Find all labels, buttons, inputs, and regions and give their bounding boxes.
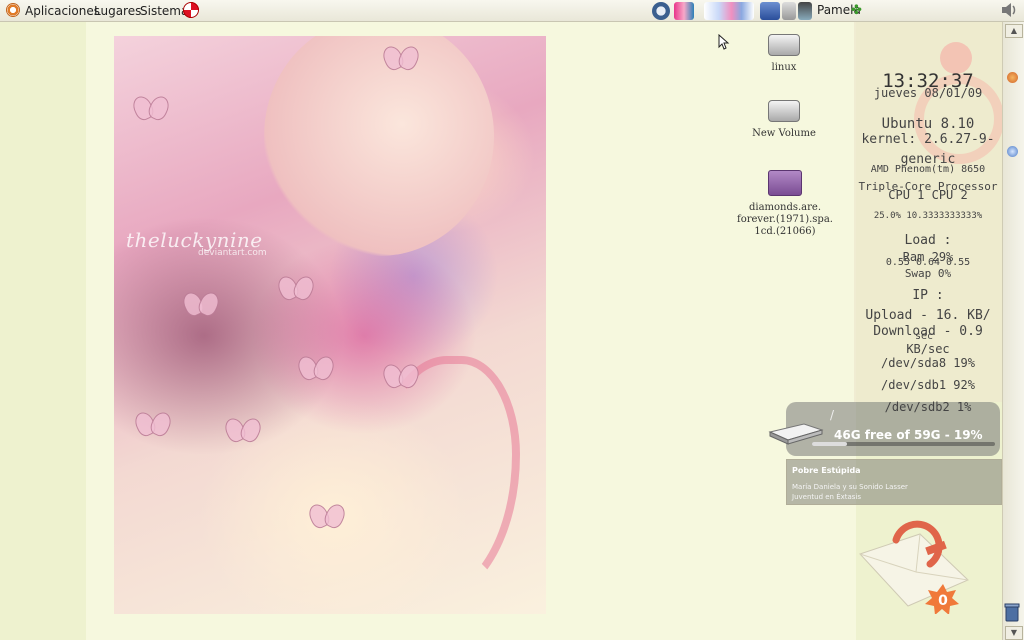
desktop-icon-label: New Volume	[752, 128, 816, 139]
mail-checker-widget[interactable]: 0	[856, 514, 976, 615]
scroll-down-button[interactable]: ▼	[1005, 626, 1023, 640]
trash-icon[interactable]	[1004, 602, 1020, 622]
volume-icon[interactable]	[1000, 2, 1018, 18]
desktop-icon-linux[interactable]: linux	[752, 34, 816, 74]
app-launcher-icon[interactable]	[704, 2, 754, 20]
conky-system-monitor: 13:32:37 jueves 08/01/09 Ubuntu 8.10 ker…	[854, 22, 1004, 402]
conky-kernel: kernel: 2.6.27-9-	[861, 132, 995, 147]
desktop-icon-movie-folder[interactable]: diamonds.are. forever.(1971).spa. 1cd.(2…	[737, 170, 833, 238]
top-panel: Aplicaciones Lugares Sistema Pamela ✤	[0, 0, 1024, 22]
menu-aplicaciones[interactable]: Aplicaciones	[25, 3, 100, 19]
desktop-icon-label: linux	[771, 62, 797, 73]
web-globe-icon[interactable]	[1007, 146, 1018, 157]
desktop-icon-new-volume[interactable]: New Volume	[746, 100, 822, 140]
song-artist: María Daniela y su Sonido Lasser	[792, 483, 908, 491]
firefox-icon[interactable]	[1007, 72, 1018, 83]
conky-cpu-values: 25.0% 10.3333333333%	[873, 211, 983, 221]
browser-launcher-icon[interactable]	[652, 2, 670, 20]
conky-cpu-model: AMD Phenom(tm) 8650	[870, 164, 986, 175]
conky-load-label: Load :	[904, 233, 952, 248]
conky-upload-unit: sec	[914, 331, 934, 342]
printer-icon[interactable]	[782, 2, 796, 20]
wallpaper-image: theluckynine deviantart.com	[114, 36, 546, 614]
butterfly	[279, 276, 313, 302]
monitor-launcher-icon[interactable]	[760, 2, 780, 20]
conky-download-unit: KB/sec	[906, 342, 950, 356]
conky-ip: IP :	[912, 288, 944, 303]
usb-usage-bar	[812, 442, 995, 446]
drive-icon	[768, 100, 800, 122]
conky-os: Ubuntu 8.10	[881, 116, 975, 132]
wallpaper-ribbon	[374, 356, 520, 602]
folder-icon	[768, 170, 802, 196]
conky-cpu-labels: CPU 1 CPU 2	[888, 188, 968, 202]
butterfly	[384, 46, 418, 72]
usb-mount-path: /	[830, 408, 835, 422]
song-album: Juventud en Éxtasis	[792, 493, 862, 501]
music-notification[interactable]: Pobre Estúpida María Daniela y su Sonido…	[786, 459, 1002, 505]
song-title: Pobre Estúpida	[792, 466, 861, 475]
clover-icon[interactable]: ✤	[851, 3, 862, 18]
desktop-icon-label-line: diamonds.are.	[748, 202, 822, 213]
butterfly	[134, 96, 168, 122]
conky-date: jueves 08/01/09	[873, 86, 983, 100]
network-icon[interactable]	[798, 2, 812, 20]
wallpaper-watermark-site: deviantart.com	[198, 248, 267, 258]
scroll-up-button[interactable]: ▲	[1005, 24, 1023, 38]
usb-free-space: 46G free of 59G - 19%	[834, 428, 983, 442]
butterfly	[299, 356, 333, 382]
vertical-scrollbar[interactable]: ▲ ▼	[1002, 22, 1024, 640]
drive-icon	[768, 34, 800, 56]
desktop-icon-label-line: 1cd.(21066)	[754, 226, 816, 237]
butterfly	[226, 418, 260, 444]
wallpaper-face	[264, 36, 494, 256]
music-launcher-icon[interactable]	[674, 2, 694, 20]
mouse-cursor-icon	[718, 34, 730, 50]
usb-usage-fill	[812, 442, 847, 446]
menu-lugares[interactable]: Lugares	[94, 3, 141, 19]
conky-disk-sda8: /dev/sda8 19%	[881, 356, 975, 370]
conky-upload: Upload - 16. KB/	[865, 308, 991, 323]
butterfly	[310, 504, 344, 530]
conky-disk-sdb1: /dev/sdb1 92%	[881, 378, 975, 392]
unread-mail-count: 0	[938, 593, 948, 609]
menu-sistema[interactable]: Sistema	[140, 3, 188, 19]
butterfly	[184, 292, 218, 318]
butterfly	[136, 412, 170, 438]
desktop-icon-label-line: forever.(1971).spa.	[737, 214, 833, 225]
conky-swap: Swap 0%	[904, 267, 952, 280]
help-icon[interactable]	[183, 2, 199, 18]
butterfly	[384, 364, 418, 390]
conky-disk-sdb2: /dev/sdb2 1%	[884, 400, 972, 414]
ubuntu-logo-icon[interactable]	[6, 3, 20, 17]
